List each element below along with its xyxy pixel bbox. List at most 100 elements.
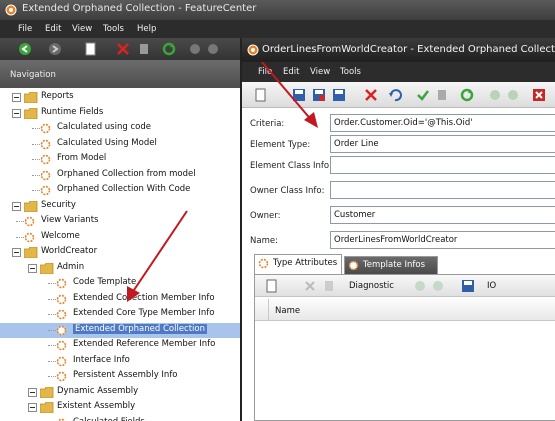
tree-collapse-toggle[interactable] <box>28 263 37 273</box>
menu-file[interactable]: File <box>18 24 32 34</box>
tree-item[interactable]: Calculated Using Model <box>0 137 240 152</box>
menu-edit[interactable]: Edit <box>45 24 61 34</box>
gear-icon <box>56 294 67 305</box>
tree-collapse-toggle[interactable] <box>12 108 21 118</box>
next-record-icon[interactable] <box>431 279 445 293</box>
tree-item[interactable]: Extended Orphaned Collection <box>0 322 240 338</box>
grid-column-name[interactable]: Name <box>275 306 300 316</box>
tree-item[interactable]: Code Template <box>0 276 240 291</box>
detail-menu-file[interactable]: File <box>258 67 272 77</box>
tree-item-label: Orphaned Collection from model <box>57 168 196 179</box>
tree-item[interactable]: Reports <box>0 90 240 105</box>
tree-collapse-toggle[interactable] <box>12 93 21 102</box>
element-type-field[interactable]: Order Line <box>330 135 555 153</box>
tree-item[interactable]: Extended Collection Member Info <box>0 292 240 307</box>
tree-item[interactable]: Calculated using code <box>0 121 240 136</box>
detail-toolbar <box>242 82 555 108</box>
tree-item[interactable]: Calculated Fields <box>0 416 240 421</box>
tree-item[interactable]: WorldCreator <box>0 245 240 260</box>
delete-icon[interactable] <box>303 279 317 293</box>
menu-view[interactable]: View <box>72 24 92 34</box>
new-object-icon[interactable] <box>254 88 268 102</box>
copy-icon[interactable] <box>138 42 152 56</box>
tab-type-attributes[interactable]: Type Attributes <box>254 254 342 274</box>
main-menu-bar: File Edit View Tools Help <box>0 20 555 38</box>
prev-record-icon[interactable] <box>488 88 502 102</box>
tree-item[interactable]: Dynamic Assembly <box>0 385 240 400</box>
navigation-panel: Navigation Reports Runtime Fields Calculat… <box>0 60 240 421</box>
gear-icon <box>258 258 269 269</box>
save-and-close-icon[interactable] <box>312 88 326 102</box>
new-object-icon[interactable] <box>84 42 98 56</box>
export-icon[interactable] <box>461 279 475 293</box>
tree-item[interactable]: Interface Info <box>0 354 240 369</box>
criteria-field[interactable]: Order.Customer.Oid='@This.Oid' <box>330 114 555 132</box>
tree-item[interactable]: From Model <box>0 152 240 167</box>
io-dropdown[interactable]: IO <box>487 281 496 291</box>
tree-item[interactable]: Admin <box>0 261 240 276</box>
tree-item-label: Persistent Assembly Info <box>73 370 178 380</box>
refresh-icon[interactable] <box>460 88 474 102</box>
detail-menu-edit[interactable]: Edit <box>283 67 299 77</box>
element-class-info-label: Element Class Info: <box>250 161 332 171</box>
save-icon[interactable] <box>292 88 306 102</box>
next-record-icon[interactable] <box>206 42 220 56</box>
tree-item[interactable]: Orphaned Collection With Code <box>0 183 240 198</box>
tree-item-label: Calculated Using Model <box>57 137 157 148</box>
close-icon[interactable] <box>532 88 546 102</box>
grid-header: Name <box>255 299 555 321</box>
name-field[interactable]: OrderLinesFromWorldCreator <box>330 231 555 249</box>
copy-icon[interactable] <box>436 88 450 102</box>
prev-record-icon[interactable] <box>413 279 427 293</box>
new-object-icon[interactable] <box>265 279 279 293</box>
back-icon[interactable] <box>18 42 32 56</box>
validate-icon[interactable] <box>416 88 430 102</box>
owner-class-info-field[interactable] <box>330 181 555 199</box>
menu-help[interactable]: Help <box>137 24 156 34</box>
tree-item[interactable]: Runtime Fields <box>0 106 240 121</box>
detail-menu-view[interactable]: View <box>310 67 330 77</box>
element-class-info-field[interactable] <box>330 156 555 174</box>
refresh-icon[interactable] <box>162 42 176 56</box>
gear-icon <box>56 356 67 367</box>
grid-row-selector[interactable] <box>255 299 269 321</box>
gear-icon <box>56 309 67 320</box>
tree-item[interactable]: Extended Reference Member Info <box>0 338 240 353</box>
tree-item-label: Code Template <box>73 277 137 287</box>
tree-collapse-toggle[interactable] <box>12 201 21 211</box>
gear-icon <box>40 139 51 150</box>
save-and-new-icon[interactable] <box>332 88 346 102</box>
detail-menu-tools[interactable]: Tools <box>340 67 361 77</box>
detail-window: OrderLinesFromWorldCreator - Extended Or… <box>240 38 555 421</box>
tree-item[interactable]: Orphaned Collection from model <box>0 168 240 183</box>
next-record-icon[interactable] <box>506 88 520 102</box>
tree-item[interactable]: View Variants <box>0 214 240 229</box>
tree-item[interactable]: Persistent Assembly Info <box>0 369 240 384</box>
tree-collapse-toggle[interactable] <box>12 248 21 257</box>
owner-field[interactable]: Customer <box>330 206 555 224</box>
main-title-bar: Extended Orphaned Collection - FeatureCe… <box>0 0 555 20</box>
tab-template-infos[interactable]: Template Infos <box>344 256 438 274</box>
tree-item[interactable]: Security <box>0 199 240 214</box>
undo-icon[interactable] <box>388 88 402 102</box>
copy-icon[interactable] <box>323 279 337 293</box>
diagnostic-dropdown[interactable]: Diagnostic <box>349 281 394 291</box>
detail-form: Criteria: Order.Customer.Oid='@This.Oid'… <box>242 108 555 258</box>
owner-label: Owner: <box>250 211 281 221</box>
tree-item[interactable]: Existent Assembly <box>0 400 240 415</box>
navigation-header: Navigation <box>0 60 240 88</box>
tree-item[interactable]: Extended Core Type Member Info <box>0 307 240 322</box>
tree-item[interactable]: Welcome <box>0 230 240 245</box>
tab-template-infos-label: Template Infos <box>363 260 426 270</box>
menu-tools[interactable]: Tools <box>103 24 124 34</box>
prev-record-icon[interactable] <box>188 42 202 56</box>
delete-icon[interactable] <box>364 88 378 102</box>
tree-collapse-toggle[interactable] <box>28 387 37 397</box>
element-type-label: Element Type: <box>250 140 311 150</box>
folder-icon <box>23 107 38 119</box>
forward-icon[interactable] <box>48 42 62 56</box>
tab-type-attributes-label: Type Attributes <box>273 258 338 268</box>
sub-toolbar: Diagnostic IO <box>255 275 555 297</box>
delete-icon[interactable] <box>116 42 130 56</box>
tree-collapse-toggle[interactable] <box>28 403 37 412</box>
